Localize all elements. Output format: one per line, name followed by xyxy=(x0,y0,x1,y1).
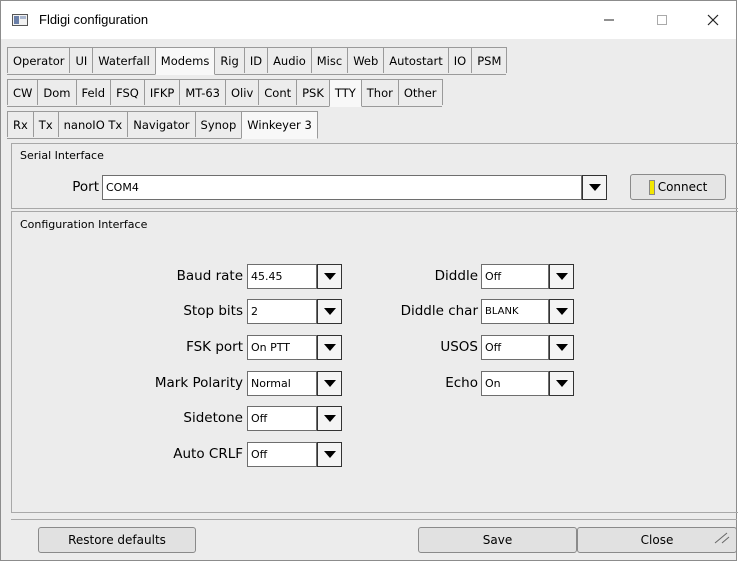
tab-psk[interactable]: PSK xyxy=(296,79,330,105)
chevron-down-icon xyxy=(323,273,336,280)
tab-fsq[interactable]: FSQ xyxy=(110,79,145,105)
close-window-button[interactable] xyxy=(690,1,736,39)
tab-id[interactable]: ID xyxy=(243,47,269,73)
app-icon xyxy=(12,14,28,26)
diddle-char-label: Diddle char xyxy=(400,303,478,319)
chevron-down-icon xyxy=(555,380,568,387)
auto-crlf-label: Auto CRLF xyxy=(173,446,243,462)
connect-label: Connect xyxy=(657,180,708,194)
tab-other[interactable]: Other xyxy=(397,79,443,105)
restore-defaults-button[interactable]: Restore defaults xyxy=(38,527,196,553)
tab-dom[interactable]: Dom xyxy=(37,79,77,105)
chevron-down-icon xyxy=(555,308,568,315)
status-led-icon xyxy=(648,179,655,195)
diddle-label: Diddle xyxy=(434,268,478,284)
minimize-icon xyxy=(604,19,614,21)
mark-polarity-select[interactable]: Normal xyxy=(247,371,317,396)
config-group-title: Configuration Interface xyxy=(20,218,148,231)
window-title: Fldigi configuration xyxy=(39,12,149,27)
serial-group-title: Serial Interface xyxy=(20,149,104,162)
baud-rate-label: Baud rate xyxy=(176,268,243,284)
tab-nanoio-tx[interactable]: nanoIO Tx xyxy=(57,111,129,137)
title-bar: Fldigi configuration xyxy=(1,1,736,39)
sidetone-label: Sidetone xyxy=(183,410,243,426)
chevron-down-icon xyxy=(323,344,336,351)
chevron-down-icon xyxy=(555,344,568,351)
chevron-down-icon xyxy=(323,308,336,315)
fsk-port-label: FSK port xyxy=(186,339,243,355)
tab-web[interactable]: Web xyxy=(347,47,385,73)
tab-modems[interactable]: Modems xyxy=(154,47,216,75)
chevron-down-icon xyxy=(323,415,336,422)
fsk-port-dropdown[interactable] xyxy=(317,335,342,360)
baud-rate-select[interactable]: 45.45 xyxy=(247,264,317,289)
tab-oliv[interactable]: Oliv xyxy=(225,79,260,105)
tab-waterfall[interactable]: Waterfall xyxy=(92,47,156,73)
maximize-icon xyxy=(657,15,667,25)
usos-dropdown[interactable] xyxy=(549,335,574,360)
tab-tty[interactable]: TTY xyxy=(328,79,362,107)
close-icon xyxy=(707,14,719,26)
configuration-interface-group: Configuration Interface Baud rate 45.45 … xyxy=(11,211,738,513)
diddle-char-select[interactable]: BLANK xyxy=(481,299,549,324)
stop-bits-label: Stop bits xyxy=(183,303,243,319)
mark-polarity-dropdown[interactable] xyxy=(317,371,342,396)
diddle-select[interactable]: Off xyxy=(481,264,549,289)
tab-mt63[interactable]: MT-63 xyxy=(179,79,226,105)
sidetone-select[interactable]: Off xyxy=(247,406,317,431)
usos-label: USOS xyxy=(440,339,478,355)
chevron-down-icon xyxy=(588,184,601,191)
save-button[interactable]: Save xyxy=(418,527,577,553)
maximize-button[interactable] xyxy=(639,1,685,39)
tab-tx[interactable]: Tx xyxy=(32,111,59,137)
mark-polarity-label: Mark Polarity xyxy=(154,375,243,391)
tab-navigator[interactable]: Navigator xyxy=(127,111,196,137)
chevron-down-icon xyxy=(323,451,336,458)
diddle-dropdown[interactable] xyxy=(549,264,574,289)
tab-audio[interactable]: Audio xyxy=(267,47,312,73)
tab-ui[interactable]: UI xyxy=(69,47,94,73)
sidetone-dropdown[interactable] xyxy=(317,406,342,431)
auto-crlf-select[interactable]: Off xyxy=(247,442,317,467)
main-tabs: Operator UI Waterfall Modems Rig ID Audi… xyxy=(7,47,508,75)
tab-winkeyer-3[interactable]: Winkeyer 3 xyxy=(241,111,318,139)
echo-select[interactable]: On xyxy=(481,371,549,396)
chevron-down-icon xyxy=(555,273,568,280)
stop-bits-select[interactable]: 2 xyxy=(247,299,317,324)
tab-cont[interactable]: Cont xyxy=(258,79,298,105)
port-dropdown[interactable] xyxy=(582,175,607,200)
minimize-button[interactable] xyxy=(586,1,632,39)
tab-thor[interactable]: Thor xyxy=(360,79,399,105)
usos-select[interactable]: Off xyxy=(481,335,549,360)
serial-interface-group: Serial Interface Port COM4 Connect xyxy=(11,143,738,209)
connect-button[interactable]: Connect xyxy=(630,174,726,200)
baud-rate-dropdown[interactable] xyxy=(317,264,342,289)
tab-synop[interactable]: Synop xyxy=(194,111,243,137)
footer-separator xyxy=(11,519,737,520)
tab-autostart[interactable]: Autostart xyxy=(383,47,449,73)
diddle-char-dropdown[interactable] xyxy=(549,299,574,324)
tab-feld[interactable]: Feld xyxy=(75,79,112,105)
tab-operator[interactable]: Operator xyxy=(7,47,71,73)
modem-tabs: CW Dom Feld FSQ IFKP MT-63 Oliv Cont PSK… xyxy=(7,79,443,107)
fsk-port-select[interactable]: On PTT xyxy=(247,335,317,360)
port-label: Port xyxy=(72,179,99,195)
tab-psm[interactable]: PSM xyxy=(471,47,508,73)
tab-rx[interactable]: Rx xyxy=(7,111,34,137)
tab-misc[interactable]: Misc xyxy=(310,47,349,73)
auto-crlf-dropdown[interactable] xyxy=(317,442,342,467)
tab-ifkp[interactable]: IFKP xyxy=(143,79,181,105)
resize-grip-icon[interactable] xyxy=(713,531,731,545)
tty-tabs: Rx Tx nanoIO Tx Navigator Synop Winkeyer… xyxy=(7,111,318,139)
port-input[interactable]: COM4 xyxy=(102,175,582,200)
stop-bits-dropdown[interactable] xyxy=(317,299,342,324)
chevron-down-icon xyxy=(323,380,336,387)
tab-io[interactable]: IO xyxy=(447,47,473,73)
tab-rig[interactable]: Rig xyxy=(214,47,245,73)
echo-label: Echo xyxy=(445,375,478,391)
echo-dropdown[interactable] xyxy=(549,371,574,396)
tab-cw[interactable]: CW xyxy=(7,79,39,105)
config-window: Fldigi configuration Operator UI Waterfa… xyxy=(0,0,738,561)
